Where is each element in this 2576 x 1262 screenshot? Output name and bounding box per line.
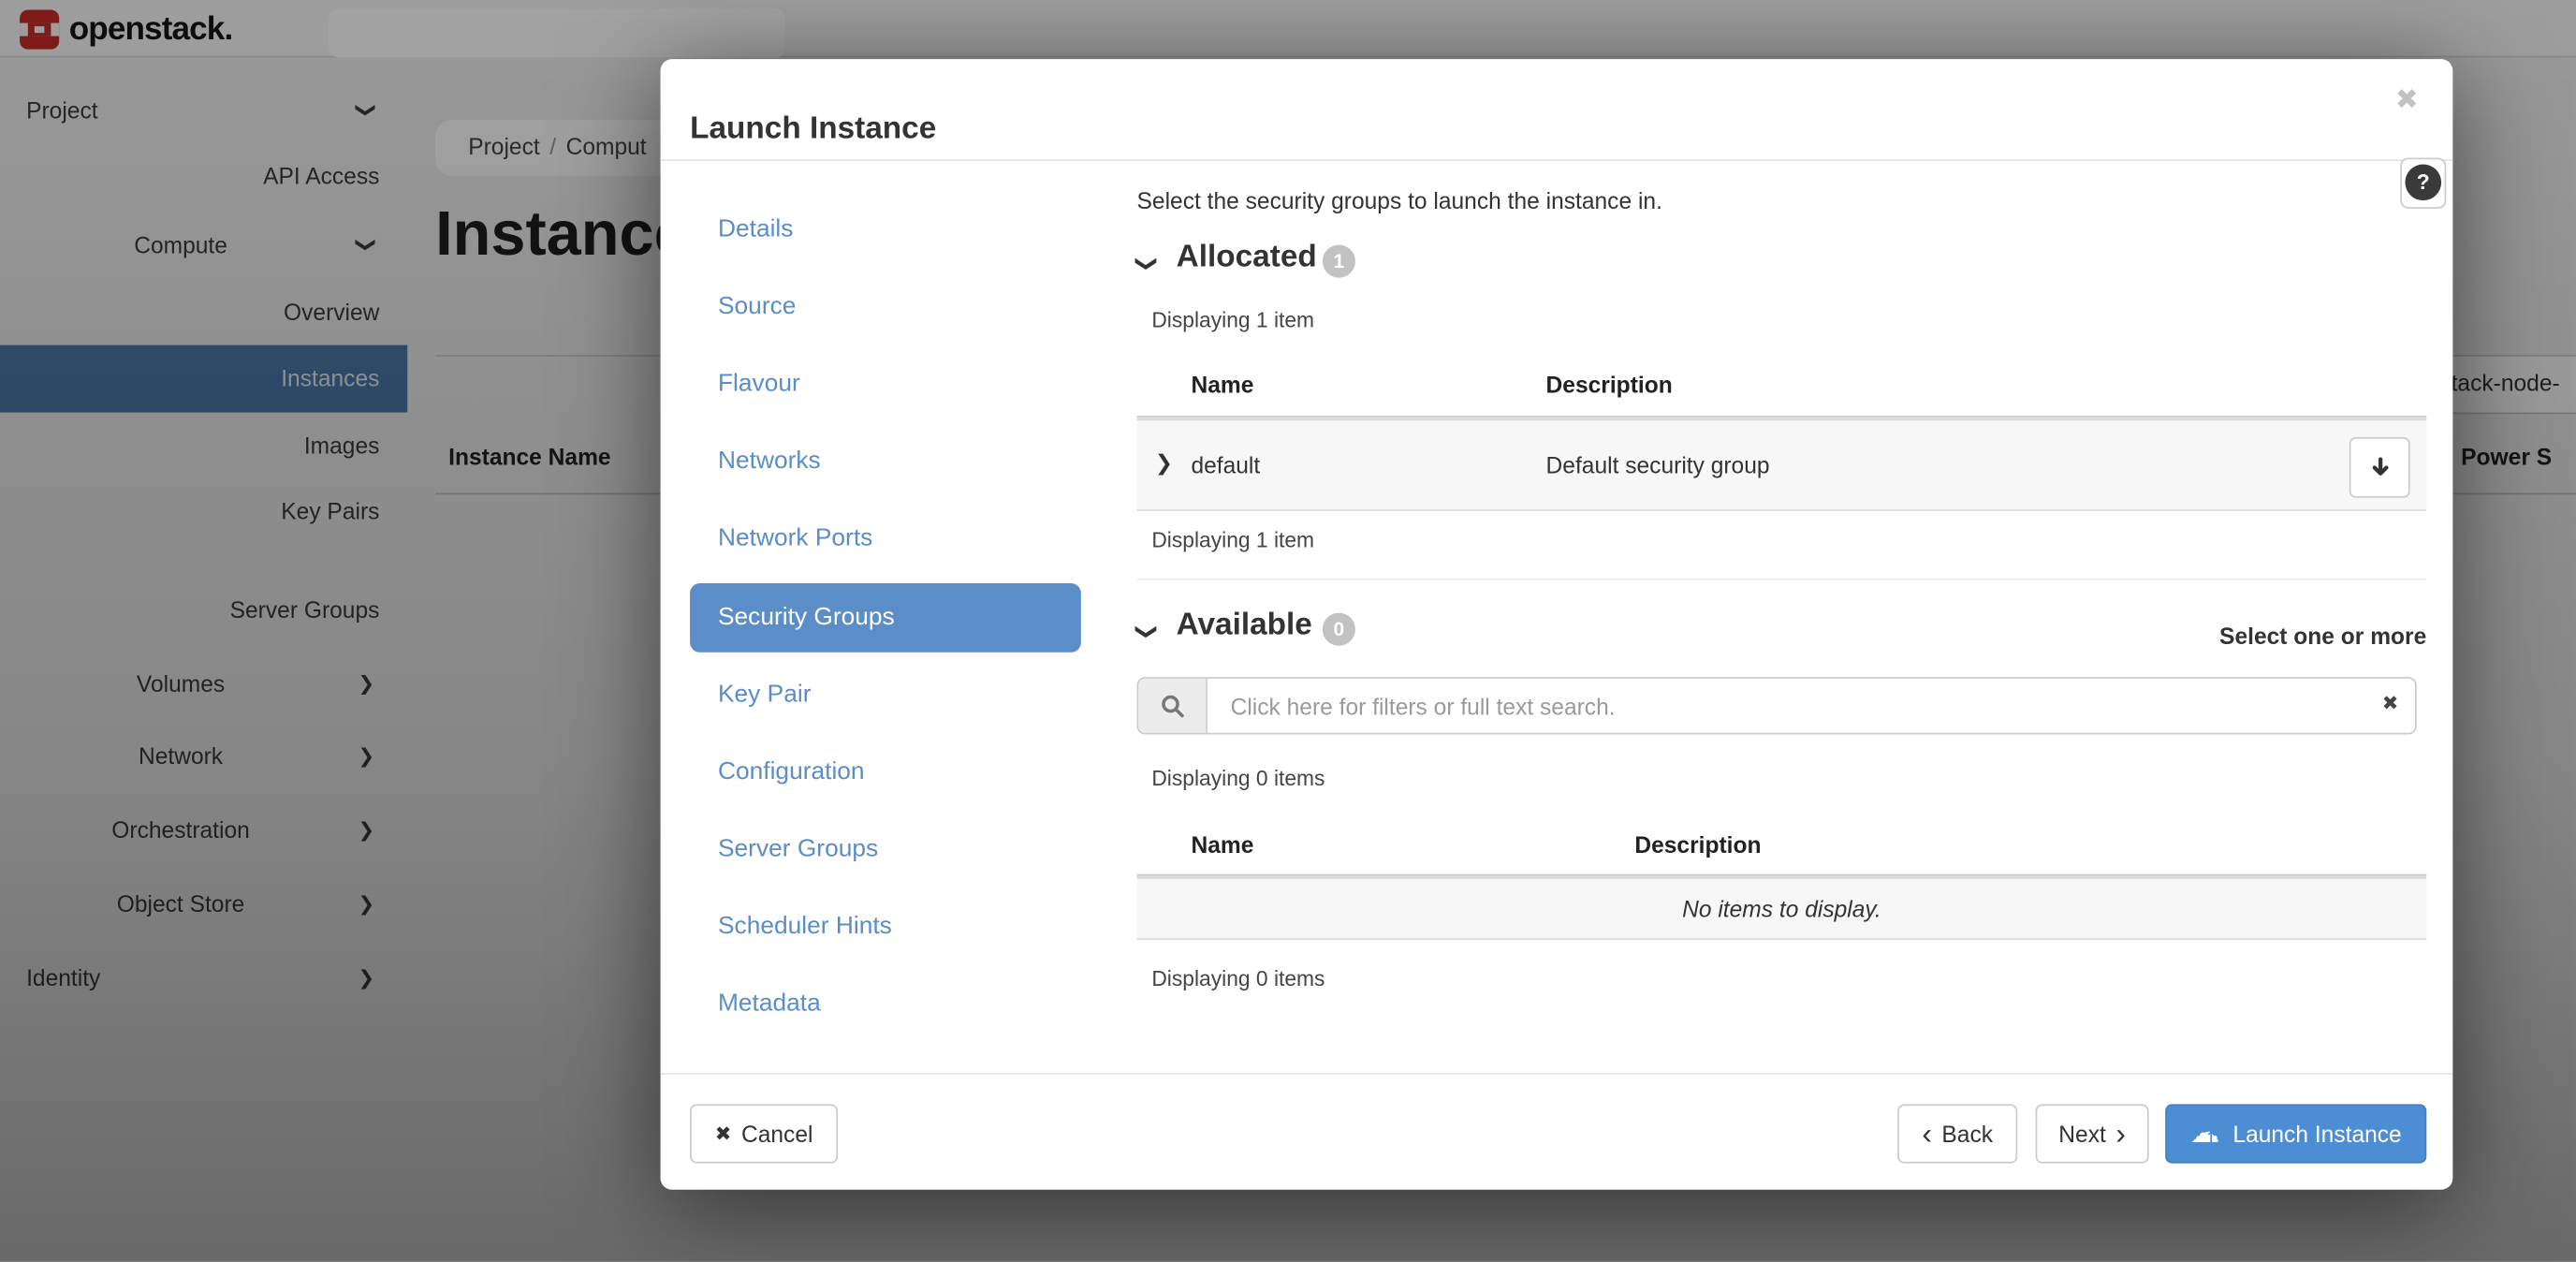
modal-title: Launch Instance: [690, 111, 936, 148]
security-group-description: Default security group: [1546, 452, 1770, 478]
back-button[interactable]: ‹ Back: [1897, 1104, 2017, 1163]
tab-details[interactable]: Details: [690, 192, 1081, 268]
tab-security-groups[interactable]: Security Groups: [690, 583, 1081, 653]
launch-instance-button[interactable]: ☁ ↑ Launch Instance: [2165, 1104, 2426, 1163]
help-icon: ?: [2405, 165, 2441, 201]
arrow-down-icon: [2366, 454, 2393, 480]
tab-network-ports[interactable]: Network Ports: [690, 501, 1081, 577]
tab-configuration[interactable]: Configuration: [690, 735, 1081, 811]
tab-key-pair[interactable]: Key Pair: [690, 657, 1081, 733]
select-one-or-more-hint: Select one or more: [2219, 623, 2426, 649]
screen: openstack. Project ❯ API Access Compute …: [0, 0, 2576, 1262]
allocated-count-badge: 1: [1323, 245, 1355, 278]
allocated-heading: Allocated: [1177, 240, 1317, 276]
search-button[interactable]: [1138, 679, 1208, 733]
tab-scheduler-hints[interactable]: Scheduler Hints: [690, 889, 1081, 965]
available-heading: Available: [1177, 608, 1312, 644]
allocated-count-top: Displaying 1 item: [1151, 307, 1314, 331]
tab-networks[interactable]: Networks: [690, 424, 1081, 500]
allocated-col-description: Description: [1546, 372, 1673, 398]
deallocate-button[interactable]: [2349, 437, 2410, 498]
modal-header-divider: [661, 159, 2453, 161]
tab-metadata[interactable]: Metadata: [690, 966, 1081, 1042]
help-button[interactable]: ?: [2400, 157, 2446, 208]
step-description: Select the security groups to launch the…: [1137, 187, 1662, 213]
cloud-upload-icon: ☁ ↑: [2190, 1119, 2223, 1149]
available-count-bottom: Displaying 0 items: [1151, 966, 1325, 991]
empty-message: No items to display.: [1682, 896, 1881, 922]
section-divider: [1137, 579, 2427, 580]
chevron-left-icon: ‹: [1922, 1123, 1932, 1146]
table-row: ❯ default Default security group: [1137, 418, 2427, 511]
allocated-count-bottom: Displaying 1 item: [1151, 527, 1314, 551]
available-collapse-chevron-icon[interactable]: ❯: [1137, 620, 1155, 644]
tab-server-groups[interactable]: Server Groups: [690, 812, 1081, 888]
empty-table-row: No items to display.: [1137, 875, 2427, 939]
allocated-col-name: Name: [1191, 372, 1253, 398]
filter-search-bar: ✖: [1137, 677, 2417, 734]
search-input[interactable]: [1208, 679, 2358, 733]
row-expand-chevron-icon[interactable]: ❯: [1155, 452, 1173, 477]
security-group-name: default: [1191, 452, 1260, 478]
next-button[interactable]: Next ›: [2036, 1104, 2149, 1163]
search-icon: [1159, 693, 1185, 719]
clear-search-icon[interactable]: ✖: [2382, 692, 2399, 715]
available-col-name: Name: [1191, 831, 1253, 858]
cancel-x-icon: ✖: [715, 1123, 732, 1146]
available-count-badge: 0: [1323, 613, 1355, 646]
close-icon[interactable]: ✖: [2382, 76, 2432, 125]
launch-instance-modal: Launch Instance ✖ ? Details Source Flavo…: [661, 59, 2453, 1190]
available-col-description: Description: [1634, 831, 1761, 858]
modal-footer-divider: [661, 1073, 2453, 1075]
tab-source[interactable]: Source: [690, 270, 1081, 345]
tab-flavour[interactable]: Flavour: [690, 346, 1081, 422]
cancel-button[interactable]: ✖ Cancel: [690, 1104, 838, 1163]
available-count-top: Displaying 0 items: [1151, 766, 1325, 790]
chevron-right-icon: ›: [2115, 1123, 2126, 1146]
allocated-collapse-chevron-icon[interactable]: ❯: [1137, 252, 1155, 276]
